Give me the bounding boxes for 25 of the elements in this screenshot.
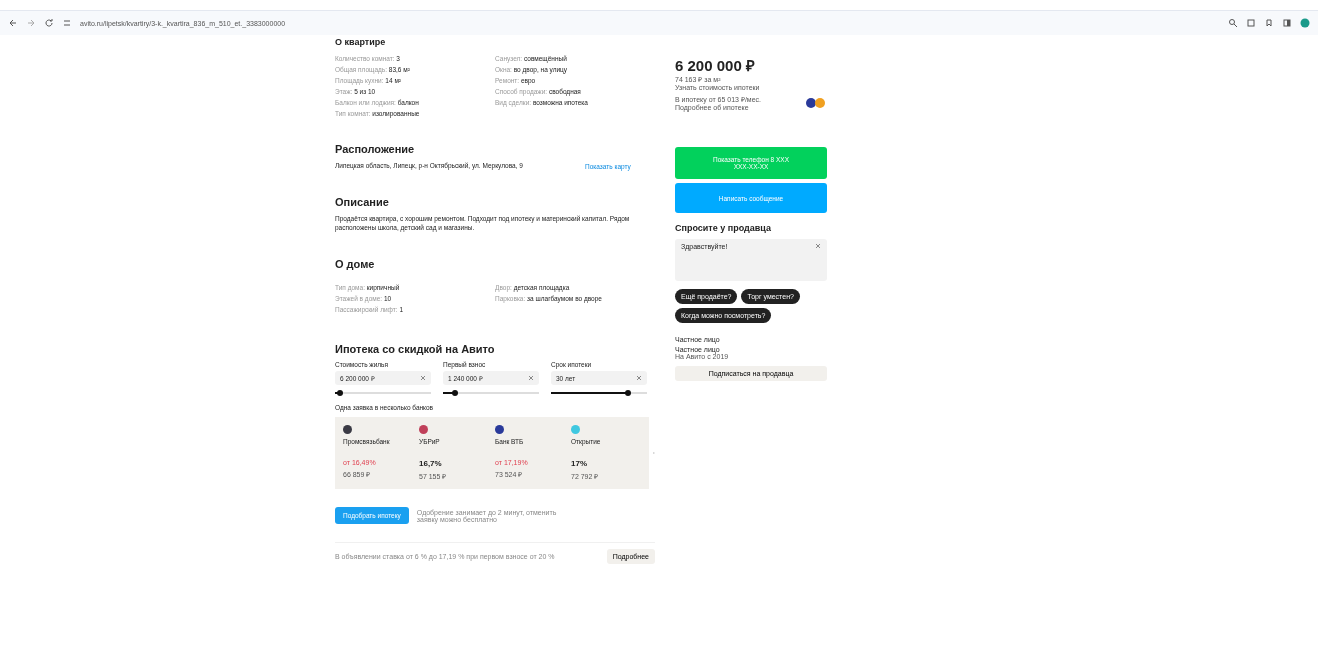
section-heading: Ипотека со скидкой на Авито (335, 343, 496, 355)
slider-thumb[interactable] (336, 390, 343, 396)
slider-thumb[interactable] (451, 390, 458, 396)
bookmark-icon[interactable] (1264, 18, 1274, 28)
clear-icon[interactable] (815, 243, 821, 249)
section-heading: Описание (335, 196, 390, 208)
site-info-icon[interactable] (62, 18, 72, 28)
slider-thumb[interactable] (624, 390, 631, 396)
clear-icon[interactable] (528, 375, 534, 381)
section-heading: О доме (335, 258, 376, 270)
back-icon[interactable] (8, 18, 18, 28)
clear-icon[interactable] (420, 375, 426, 381)
reload-icon[interactable] (44, 18, 54, 28)
price: 6 200 000 ₽ (675, 56, 755, 75)
zoom-icon[interactable] (1228, 18, 1238, 28)
rate-text: 17% (571, 459, 588, 468)
bank-logos-icon (805, 97, 827, 109)
clear-icon[interactable] (636, 375, 642, 381)
sidebar-icon[interactable] (1282, 18, 1292, 28)
forward-icon[interactable] (26, 18, 36, 28)
section-heading: О квартире (335, 37, 387, 47)
section-heading: Расположение (335, 143, 416, 155)
ask-seller-heading: Спросите у продавца (675, 223, 771, 233)
rate-text: 16,7% (419, 459, 443, 468)
profile-avatar-icon[interactable] (1300, 18, 1310, 28)
